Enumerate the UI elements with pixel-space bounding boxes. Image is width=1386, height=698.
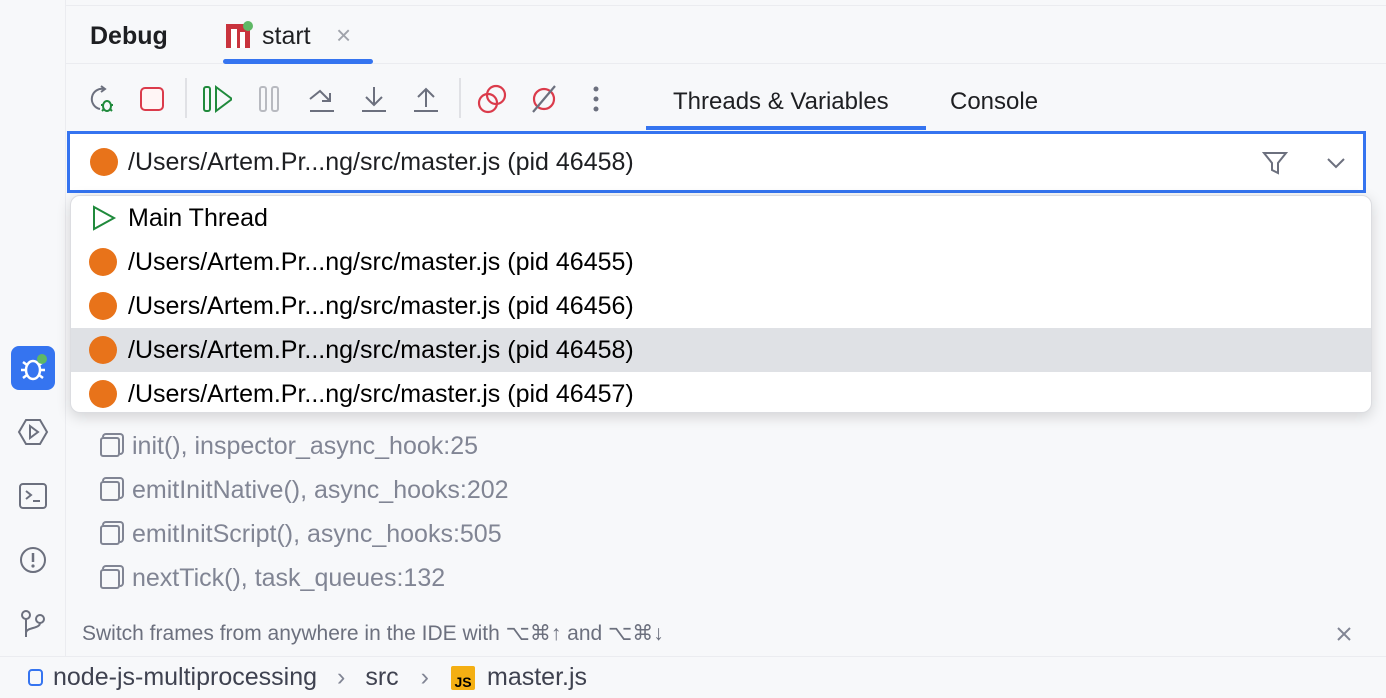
chevron-right-icon: › xyxy=(337,663,345,692)
active-tab-indicator xyxy=(223,59,373,64)
tab-label: start xyxy=(262,22,311,51)
process-dot-icon xyxy=(90,148,118,176)
frame-icon xyxy=(100,481,120,501)
frame-item[interactable]: nextTick(), task_queues:132 xyxy=(100,564,445,593)
resume-icon[interactable] xyxy=(202,84,232,114)
close-tab-icon[interactable]: × xyxy=(336,20,351,51)
process-dot-icon xyxy=(89,248,117,276)
tool-window-title: Debug xyxy=(90,22,168,51)
breadcrumb-item[interactable]: node-js-multiprocessing xyxy=(53,663,317,692)
step-out-icon[interactable] xyxy=(411,84,441,114)
more-icon[interactable] xyxy=(581,84,611,114)
debug-tool-icon[interactable] xyxy=(11,346,55,390)
dropdown-item-process[interactable]: /Users/Artem.Pr...ng/src/master.js (pid … xyxy=(71,284,1371,328)
thread-dropdown: Main Thread /Users/Artem.Pr...ng/src/mas… xyxy=(70,195,1372,413)
thread-selector-combo[interactable]: /Users/Artem.Pr...ng/src/master.js (pid … xyxy=(67,131,1366,193)
tab-start[interactable]: start × xyxy=(196,14,376,64)
dropdown-item-process[interactable]: /Users/Artem.Pr...ng/src/master.js (pid … xyxy=(71,372,1371,413)
hint-text: Switch frames from anywhere in the IDE w… xyxy=(82,621,664,646)
process-dot-icon xyxy=(89,336,117,364)
frame-label: emitInitScript(), async_hooks:505 xyxy=(132,520,502,549)
item-label: Main Thread xyxy=(128,204,268,233)
process-dot-icon xyxy=(89,380,117,408)
tab-label: Threads & Variables xyxy=(673,88,889,116)
dropdown-item-process-selected[interactable]: /Users/Artem.Pr...ng/src/master.js (pid … xyxy=(71,328,1371,372)
item-label: /Users/Artem.Pr...ng/src/master.js (pid … xyxy=(128,292,634,321)
selected-thread: /Users/Artem.Pr...ng/src/master.js (pid … xyxy=(128,148,634,177)
dropdown-item-main-thread[interactable]: Main Thread xyxy=(71,196,1371,240)
separator xyxy=(185,78,187,118)
active-tab-indicator xyxy=(646,126,926,130)
tab-threads-variables[interactable]: Threads & Variables xyxy=(646,78,926,130)
problems-icon[interactable] xyxy=(11,538,55,582)
js-file-icon: JS xyxy=(451,666,475,690)
rerun-debug-icon[interactable] xyxy=(86,84,116,114)
dropdown-item-process[interactable]: /Users/Artem.Pr...ng/src/master.js (pid … xyxy=(71,240,1371,284)
frame-label: nextTick(), task_queues:132 xyxy=(132,564,445,593)
frame-item[interactable]: emitInitScript(), async_hooks:505 xyxy=(100,520,502,549)
module-icon xyxy=(28,669,43,686)
step-over-icon[interactable] xyxy=(307,84,337,114)
tab-console[interactable]: Console xyxy=(926,78,1066,130)
breadcrumb-item[interactable]: master.js xyxy=(487,663,587,692)
nodejs-run-config-icon xyxy=(224,20,256,50)
frame-label: emitInitNative(), async_hooks:202 xyxy=(132,476,509,505)
services-icon[interactable] xyxy=(11,410,55,454)
navigation-bar: node-js-multiprocessing › src › JS maste… xyxy=(0,656,1386,698)
process-dot-icon xyxy=(89,292,117,320)
chevron-right-icon: › xyxy=(421,663,429,692)
item-label: /Users/Artem.Pr...ng/src/master.js (pid … xyxy=(128,248,634,277)
stop-icon[interactable] xyxy=(137,84,167,114)
frame-icon xyxy=(100,569,120,589)
filter-icon[interactable] xyxy=(1262,150,1288,176)
terminal-icon[interactable] xyxy=(11,474,55,518)
frame-icon xyxy=(100,437,120,457)
pause-icon[interactable] xyxy=(255,84,285,114)
close-hint-icon[interactable] xyxy=(1336,626,1352,642)
chevron-down-icon[interactable] xyxy=(1326,156,1346,170)
breadcrumb-item[interactable]: src xyxy=(365,663,398,692)
view-breakpoints-icon[interactable] xyxy=(477,84,507,114)
frame-item[interactable]: init(), inspector_async_hook:25 xyxy=(100,432,478,461)
divider xyxy=(66,0,1386,6)
frame-item[interactable]: emitInitNative(), async_hooks:202 xyxy=(100,476,509,505)
item-label: /Users/Artem.Pr...ng/src/master.js (pid … xyxy=(128,336,634,365)
step-into-icon[interactable] xyxy=(359,84,389,114)
play-icon xyxy=(89,204,117,232)
tool-window-bar xyxy=(0,0,66,656)
debug-tab-bar: Debug start × xyxy=(66,14,1386,64)
frame-label: init(), inspector_async_hook:25 xyxy=(132,432,478,461)
tab-label: Console xyxy=(950,88,1038,116)
git-icon[interactable] xyxy=(11,602,55,646)
mute-breakpoints-icon[interactable] xyxy=(529,84,559,114)
item-label: /Users/Artem.Pr...ng/src/master.js (pid … xyxy=(128,380,634,409)
frame-icon xyxy=(100,525,120,545)
separator xyxy=(459,78,461,118)
